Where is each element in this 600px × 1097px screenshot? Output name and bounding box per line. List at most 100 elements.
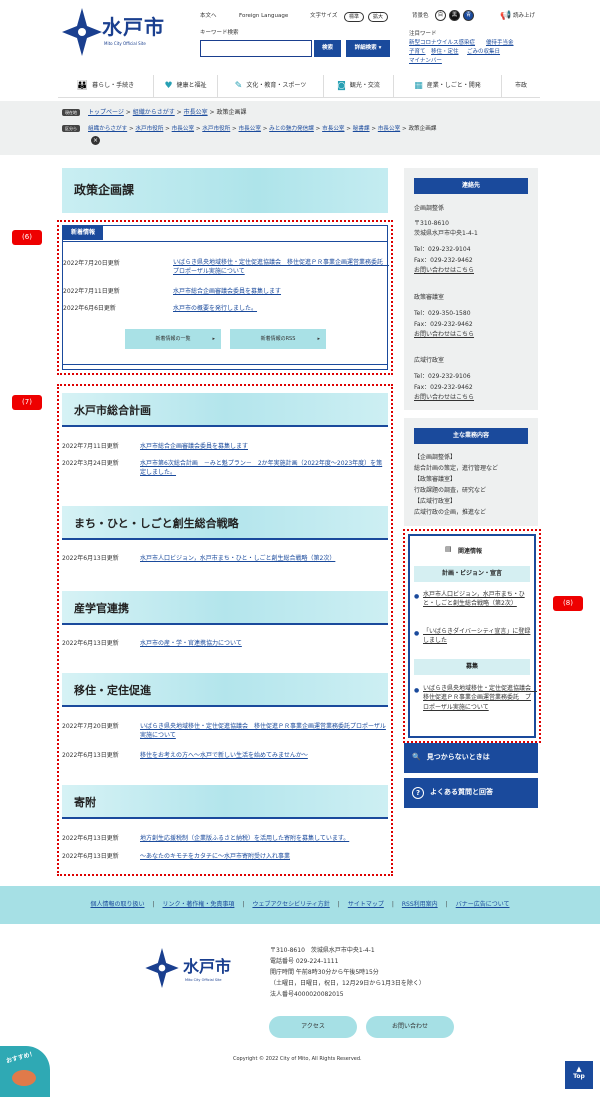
breadcrumb-link[interactable]: トップページ (88, 109, 124, 116)
duty-line: 行政課題の調査，研究など (414, 487, 487, 494)
detail-search-button[interactable]: 詳細検索 ▾ (346, 40, 390, 57)
pen-icon: ✎ (234, 80, 243, 91)
site-logo[interactable]: 水戸市 Mito City Official Site (62, 8, 182, 58)
breadcrumb-link[interactable]: 市長公室 (322, 126, 344, 132)
nav-label: 市政 (514, 81, 527, 89)
breadcrumb-link[interactable]: 秘書課 (353, 126, 370, 132)
nav-industry[interactable]: ▦ 産業・しごと・開発 (394, 75, 502, 97)
contact-fax: Fax：029-232-9462 (414, 321, 473, 328)
nav-tourism[interactable]: ◙ 観光・交流 (324, 75, 394, 97)
mito-star-icon (145, 948, 179, 988)
footer-copyright-link[interactable]: リンク・著作権・免責事項 (163, 901, 235, 909)
annotation-label-7: (7) (12, 395, 42, 410)
faq-button[interactable]: ? よくある質問と回答 (404, 778, 538, 808)
contact-address: 茨城県水戸市中央1-4-1 (414, 230, 478, 237)
read-aloud-button[interactable]: 読み上げ (513, 13, 535, 20)
annotation-box-6 (57, 220, 393, 375)
search-button[interactable]: 検索 (314, 40, 341, 57)
nav-label: 暮らし・手続き (92, 81, 135, 89)
nav-label: 健康と福祉 (176, 81, 207, 89)
nav-label: 産業・しごと・開発 (426, 81, 481, 89)
breadcrumb-alt: 区分ら 組織からさがす > 水戸市役所 > 市長公室 > 水戸市役所 > 市長公室… (62, 125, 436, 134)
footer-sitemap-link[interactable]: サイトマップ (348, 901, 384, 909)
hot-words-label: 注目ワード (409, 31, 437, 37)
contact-form-link[interactable]: お問い合わせはこちら (414, 330, 474, 339)
copyright: Copyright © 2022 City of Mito, All Right… (233, 1056, 362, 1062)
nav-health[interactable]: ♥ 健康と福祉 (154, 75, 218, 97)
contact-fax: Fax：029-232-9462 (414, 384, 473, 391)
building-icon: ▦ (414, 80, 423, 91)
breadcrumb: 現在地 トップページ > 組織からさがす > 市長公室 > 政策企画課 (62, 109, 246, 117)
contact-form-link[interactable]: お問い合わせはこちら (414, 393, 474, 402)
breadcrumb-current: 政策企画課 (216, 109, 247, 116)
footer-links: 個人情報の取り扱い | リンク・著作権・免責事項 | ウェブアクセシビリティ方針 | … (0, 886, 600, 924)
search-input[interactable] (200, 40, 312, 57)
breadcrumb-link[interactable]: 市長公室 (378, 126, 400, 132)
contact-tel: Tel：029-232-9104 (414, 246, 471, 253)
page-title: 政策企画課 (74, 183, 135, 197)
camera-icon: ◙ (337, 80, 346, 91)
contact-tel: Tel：029-232-9106 (414, 373, 471, 380)
breadcrumb-link[interactable]: みとの魅力発信課 (269, 126, 314, 132)
page-title-banner: 政策企画課 (62, 168, 388, 213)
megaphone-icon: 📢 (500, 11, 512, 21)
footer-access-button[interactable]: アクセス (269, 1016, 357, 1038)
breadcrumb-current: 政策企画課 (408, 126, 437, 132)
breadcrumb-link[interactable]: 市長公室 (184, 109, 208, 116)
caret-down-icon: ▾ (378, 45, 382, 51)
question-icon: ? (412, 787, 424, 799)
footer-phone: 電話番号 029-224-1111 (270, 958, 339, 965)
bg-black-button[interactable]: 黒 (449, 10, 460, 21)
annotation-label-8: (8) (553, 596, 583, 611)
breadcrumb-link[interactable]: 市長公室 (239, 126, 261, 132)
close-icon[interactable]: × (91, 136, 100, 145)
hot-word-garbage[interactable]: ごみの収集日 (467, 49, 500, 56)
hot-word-allowance[interactable]: 優待手当金 (486, 40, 514, 47)
mascot-icon (12, 1070, 36, 1086)
duty-line: 広域行政の企画，推進など (414, 509, 487, 516)
top-label: Top (573, 1073, 585, 1080)
breadcrumb-link[interactable]: 水戸市役所 (202, 126, 230, 132)
nav-living[interactable]: 👪 暮らし・手続き (58, 75, 154, 97)
heart-icon: ♥ (164, 80, 173, 91)
back-to-top-button[interactable]: ▲ Top (565, 1061, 593, 1089)
breadcrumb-link[interactable]: 市長公室 (172, 126, 194, 132)
nav-city-admin[interactable]: 市政 (502, 75, 540, 97)
nav-culture[interactable]: ✎ 文化・教育・スポーツ (218, 75, 324, 97)
footer-logo[interactable]: 水戸市 Mito City Official Site (145, 948, 245, 988)
not-found-button[interactable]: 🔍 見つからないときは (404, 743, 538, 773)
duty-line: 【政策審議室】 (414, 476, 457, 483)
recommend-widget[interactable]: おすすめ！ (0, 1046, 50, 1097)
duty-line: 【広域行政室】 (414, 498, 457, 505)
breadcrumb-link[interactable]: 組織からさがす (88, 126, 127, 132)
skip-to-content-link[interactable]: 本文へ (200, 13, 217, 20)
family-icon: 👪 (76, 80, 89, 91)
breadcrumb-link[interactable]: 水戸市役所 (135, 126, 163, 132)
breadcrumb-link[interactable]: 組織からさがす (133, 109, 175, 116)
contact-zip: 〒310-8610 (414, 220, 449, 227)
breadcrumb-tag: 区分ら (62, 125, 80, 133)
footer-privacy-link[interactable]: 個人情報の取り扱い (90, 901, 144, 909)
footer-accessibility-link[interactable]: ウェブアクセシビリティ方針 (252, 901, 329, 909)
bg-white-button[interactable]: 白 (435, 10, 446, 21)
contact-fax: Fax：029-232-9462 (414, 257, 473, 264)
hot-word-mynumber[interactable]: マイナンバー (409, 58, 442, 65)
bg-blue-button[interactable]: 青 (463, 10, 474, 21)
font-large-button[interactable]: 拡大 (368, 12, 389, 22)
detail-search-label: 詳細検索 (354, 45, 377, 51)
nav-label: 観光・交流 (349, 81, 380, 89)
footer-rss-link[interactable]: RSS利用案内 (402, 901, 438, 909)
arrow-up-icon: ▲ (576, 1065, 582, 1073)
hot-word-corona[interactable]: 新型コロナウイルス感染症 (409, 40, 475, 47)
footer-contact-button[interactable]: お問い合わせ (366, 1016, 454, 1038)
foreign-language-link[interactable]: Foreign Language (239, 13, 288, 20)
duty-line: 総合計画の策定，進行管理など (414, 465, 499, 472)
global-nav: 👪 暮らし・手続き ♥ 健康と福祉 ✎ 文化・教育・スポーツ ◙ 観光・交流 ▦ 産業・し… (58, 75, 540, 98)
hot-word-migration[interactable]: 移住・定住 (431, 49, 459, 56)
logo-sub: Mito City Official Site (104, 41, 146, 46)
footer-banner-link[interactable]: バナー広告について (456, 901, 510, 909)
hot-word-childcare[interactable]: 子育て (409, 49, 426, 56)
font-standard-button[interactable]: 標準 (344, 12, 365, 22)
contact-form-link[interactable]: お問い合わせはこちら (414, 266, 474, 275)
duty-line: 【企画調整係】 (414, 454, 457, 461)
